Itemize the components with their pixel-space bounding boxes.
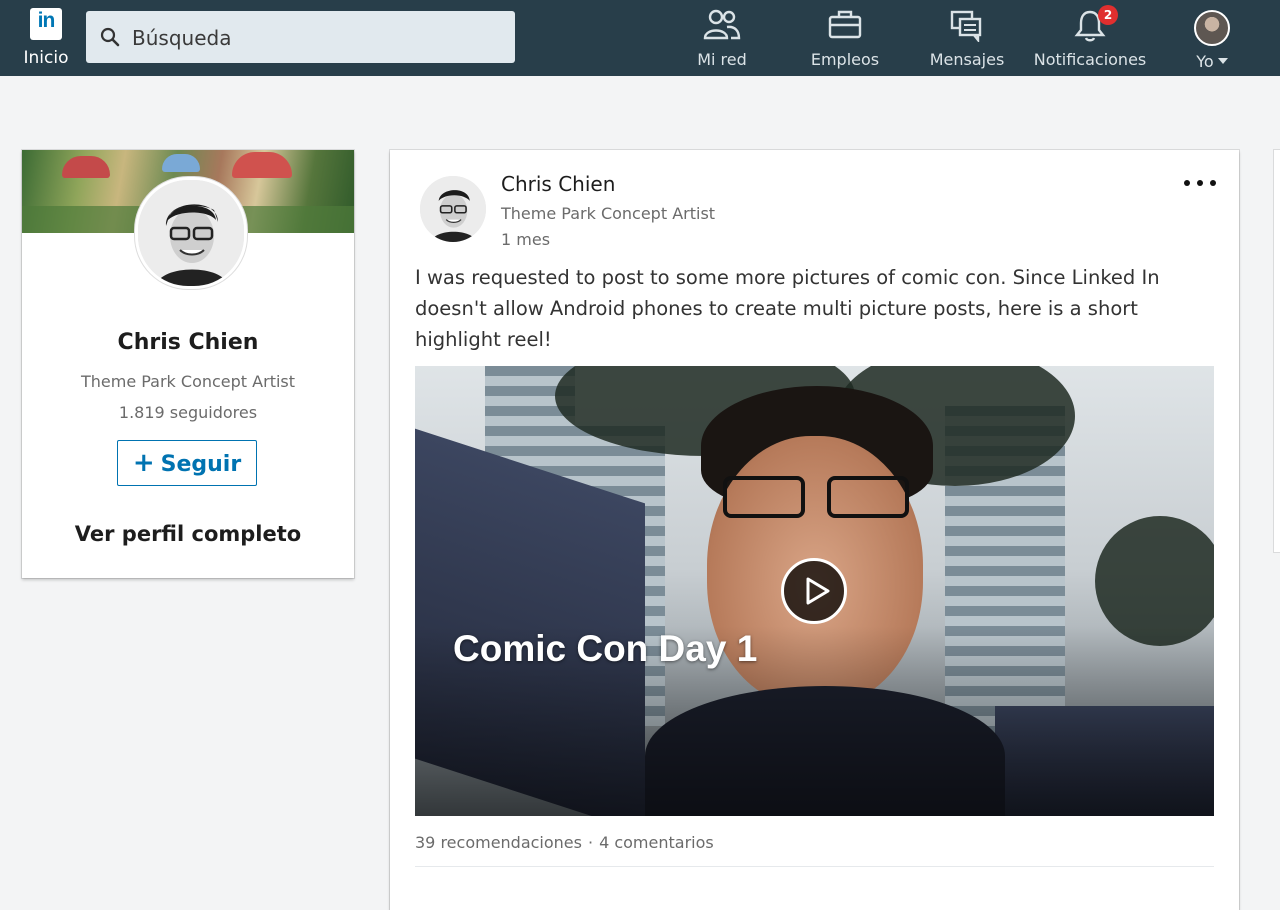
follow-button-label: Seguir <box>160 452 242 477</box>
post-author-headline: Theme Park Concept Artist <box>501 204 716 223</box>
follow-button[interactable]: + Seguir <box>117 440 257 486</box>
cover-decoration <box>232 152 292 178</box>
briefcase-icon <box>828 10 862 39</box>
play-icon <box>806 577 830 605</box>
jobs-label: Empleos <box>810 50 880 69</box>
nav-item-me[interactable]: Yo <box>1184 8 1240 72</box>
nav-item-jobs[interactable]: Empleos <box>800 8 890 72</box>
linkedin-logo-icon: in <box>30 8 62 40</box>
caret-down-icon <box>1217 58 1228 64</box>
profile-card: Chris Chien Theme Park Concept Artist 1.… <box>22 150 354 578</box>
view-full-profile-link[interactable]: Ver perfil completo <box>22 522 354 546</box>
cover-decoration <box>62 156 110 178</box>
author-photo <box>420 176 486 242</box>
video-player[interactable]: Comic Con Day 1 <box>415 366 1214 816</box>
profile-photo <box>138 180 244 286</box>
home-label: Inicio <box>23 48 69 68</box>
post-author-name[interactable]: Chris Chien <box>501 172 615 196</box>
right-rail-card <box>1274 150 1280 552</box>
cover-decoration <box>162 154 200 172</box>
search-icon <box>100 27 120 47</box>
divider <box>415 866 1214 867</box>
notifications-label: Notificaciones <box>1033 50 1147 69</box>
network-icon <box>703 9 741 40</box>
post-timestamp: 1 mes <box>501 230 551 249</box>
more-options-icon[interactable] <box>1180 170 1220 194</box>
notifications-badge: 2 <box>1098 5 1118 25</box>
comments-count[interactable]: 4 comentarios <box>599 833 714 852</box>
profile-name[interactable]: Chris Chien <box>22 330 354 355</box>
followers-count: 1.819 seguidores <box>118 403 258 422</box>
profile-headline: Theme Park Concept Artist <box>80 372 296 391</box>
plus-icon: + <box>132 448 155 478</box>
post-body-text: I was requested to post to some more pic… <box>415 266 1160 351</box>
likes-count[interactable]: 39 recomendaciones <box>415 833 582 852</box>
play-button[interactable] <box>781 558 847 624</box>
home-nav-item[interactable]: in Inicio <box>18 8 74 72</box>
search-input[interactable] <box>130 23 504 53</box>
me-label-wrap: Yo <box>1184 52 1240 71</box>
avatar <box>1194 10 1230 46</box>
network-label: Mi red <box>697 50 747 69</box>
search-box[interactable] <box>86 11 515 63</box>
social-counts: 39 recomendaciones · 4 comentarios <box>415 833 714 852</box>
video-title: Comic Con Day 1 <box>453 628 758 669</box>
nav-item-notifications[interactable]: 2 Notificaciones <box>1028 5 1152 72</box>
thumbnail-glasses <box>723 476 913 522</box>
separator-dot: · <box>587 833 594 852</box>
profile-avatar[interactable] <box>135 177 247 289</box>
feed-post: Chris Chien Theme Park Concept Artist 1 … <box>390 150 1239 910</box>
nav-item-messages[interactable]: Mensajes <box>922 8 1012 72</box>
nav-item-network[interactable]: Mi red <box>682 8 762 72</box>
post-author-avatar[interactable] <box>420 176 486 242</box>
top-nav-bar: in Inicio Mi red Empleos <box>0 0 1280 76</box>
messages-label: Mensajes <box>929 50 1005 69</box>
me-label: Yo <box>1196 52 1214 71</box>
messages-icon <box>950 10 982 42</box>
